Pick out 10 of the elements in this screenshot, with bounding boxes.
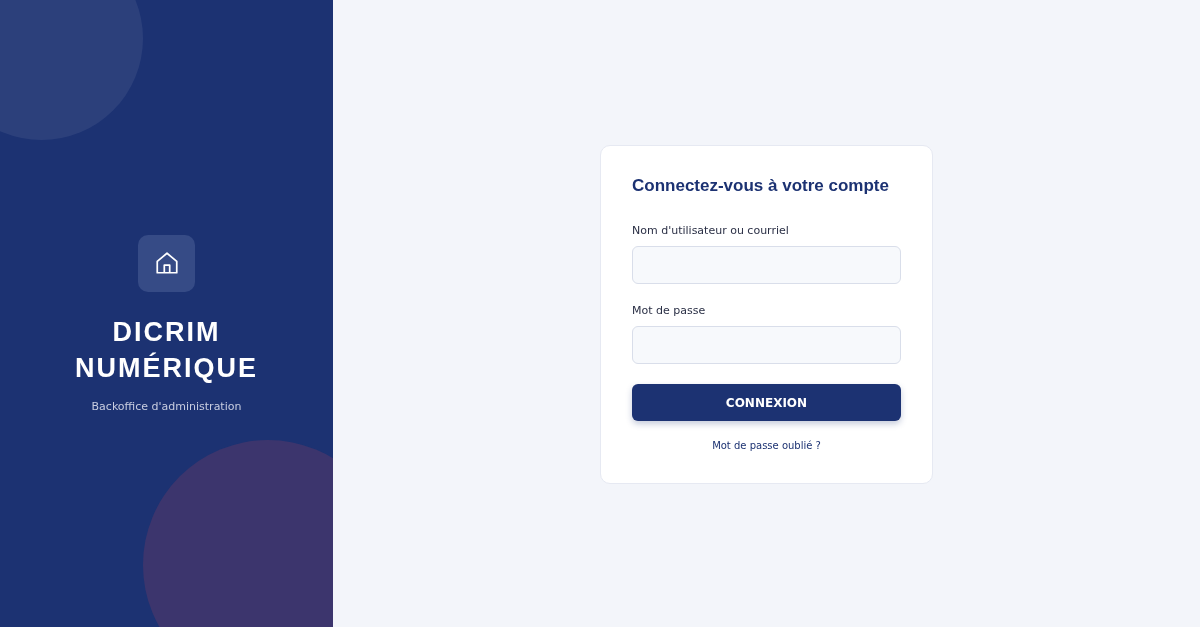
app-subtitle: Backoffice d'administration (91, 399, 242, 413)
input-field[interactable] (632, 246, 901, 284)
field-label: Nom d'utilisateur ou courriel (632, 224, 790, 237)
forgot-password-link[interactable]: Mot de passe oublié ? (712, 440, 821, 451)
field-label: Mot de passe (632, 304, 707, 317)
login-button[interactable]: CONNEXION (632, 384, 901, 421)
app-title: DICRIM NUMÉRIQUE (75, 315, 258, 385)
input-field[interactable] (632, 326, 901, 364)
home-icon (153, 250, 180, 276)
login-heading: Connectez-vous à votre compte (632, 176, 890, 196)
